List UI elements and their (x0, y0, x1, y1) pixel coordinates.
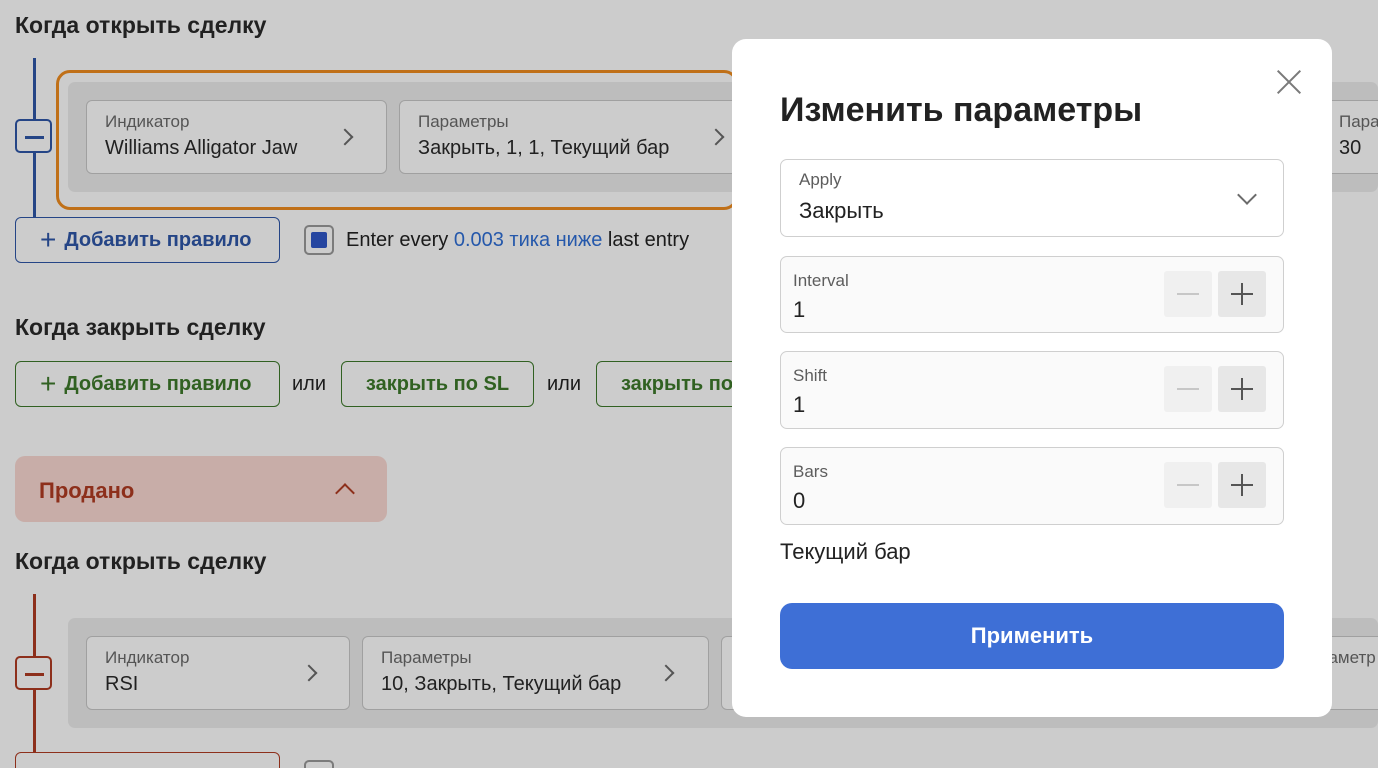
dialog-title: Изменить параметры (780, 91, 1143, 129)
interval-field: Interval 1 (780, 256, 1284, 333)
interval-label: Interval (793, 271, 849, 290)
apply-select[interactable]: Apply Закрыть (780, 159, 1284, 237)
bars-input[interactable]: 0 (793, 488, 805, 514)
minus-icon (1177, 388, 1199, 390)
apply-value: Закрыть (799, 198, 884, 223)
shift-input[interactable]: 1 (793, 392, 805, 418)
chevron-down-icon (1237, 185, 1257, 205)
interval-decrement-button[interactable] (1164, 271, 1212, 317)
shift-decrement-button[interactable] (1164, 366, 1212, 412)
bars-field: Bars 0 (780, 447, 1284, 525)
bars-decrement-button[interactable] (1164, 462, 1212, 508)
minus-icon (1177, 484, 1199, 486)
apply-button[interactable]: Применить (780, 603, 1284, 669)
shift-field: Shift 1 (780, 351, 1284, 429)
apply-label: Apply (799, 170, 842, 189)
shift-increment-button[interactable] (1218, 366, 1266, 412)
interval-input[interactable]: 1 (793, 297, 805, 323)
interval-increment-button[interactable] (1218, 271, 1266, 317)
close-icon[interactable] (1274, 67, 1304, 97)
shift-label: Shift (793, 366, 828, 385)
minus-icon (1177, 293, 1199, 295)
bars-increment-button[interactable] (1218, 462, 1266, 508)
bars-hint: Текущий бар (780, 539, 911, 564)
bars-label: Bars (793, 462, 828, 481)
edit-params-dialog: Изменить параметры Apply Закрыть Interva… (732, 39, 1332, 717)
